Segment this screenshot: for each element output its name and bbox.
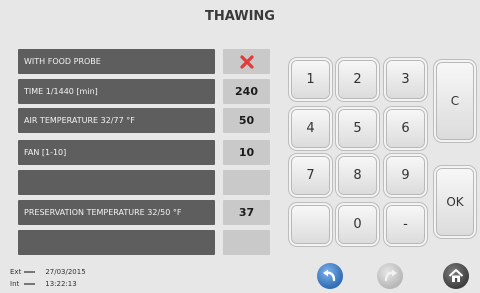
param-label [18,170,215,195]
int-status: Int 13:22:13 [10,280,77,288]
ext-indicator [24,271,36,273]
param-value[interactable] [223,170,270,195]
key-9[interactable]: 9 [387,157,424,194]
param-value[interactable]: 37 [223,200,270,225]
date-text: 27/03/2015 [45,268,86,276]
ext-label: Ext [10,268,22,276]
int-label: Int [10,280,20,288]
param-label: PRESERVATION TEMPERATURE 32/50 °F [18,200,215,225]
key-3[interactable]: 3 [387,61,424,98]
param-label: WITH FOOD PROBE [18,49,215,74]
param-label [18,230,215,255]
ext-status: Ext 27/03/2015 [10,268,86,276]
param-label: FAN [1-10] [18,140,215,165]
param-value[interactable]: 240 [223,79,270,104]
ok-button[interactable]: OK [437,169,473,235]
page-title: THAWING [205,9,275,24]
food-probe-toggle[interactable] [223,49,270,74]
forward-button[interactable] [377,263,403,289]
key-minus[interactable]: - [387,206,424,243]
key-8[interactable]: 8 [339,157,376,194]
back-arrow-icon [323,269,336,282]
param-label: TIME 1/1440 [min] [18,79,215,104]
time-text: 13:22:13 [45,280,77,288]
key-4[interactable]: 4 [292,110,329,147]
param-value[interactable]: 50 [223,108,270,133]
int-indicator [24,283,36,285]
key-7[interactable]: 7 [292,157,329,194]
forward-arrow-icon [384,269,397,282]
clear-button[interactable]: C [437,63,473,139]
key-2[interactable]: 2 [339,61,376,98]
key-1[interactable]: 1 [292,61,329,98]
param-value[interactable] [223,230,270,255]
param-label: AIR TEMPERATURE 32/77 °F [18,108,215,133]
key-5[interactable]: 5 [339,110,376,147]
param-value[interactable]: 10 [223,140,270,165]
key-0[interactable]: 0 [339,206,376,243]
home-button[interactable] [443,263,469,289]
key-blank[interactable] [292,206,329,243]
key-6[interactable]: 6 [387,110,424,147]
red-x-icon [239,55,254,69]
back-button[interactable] [317,263,343,289]
home-icon [448,269,464,282]
